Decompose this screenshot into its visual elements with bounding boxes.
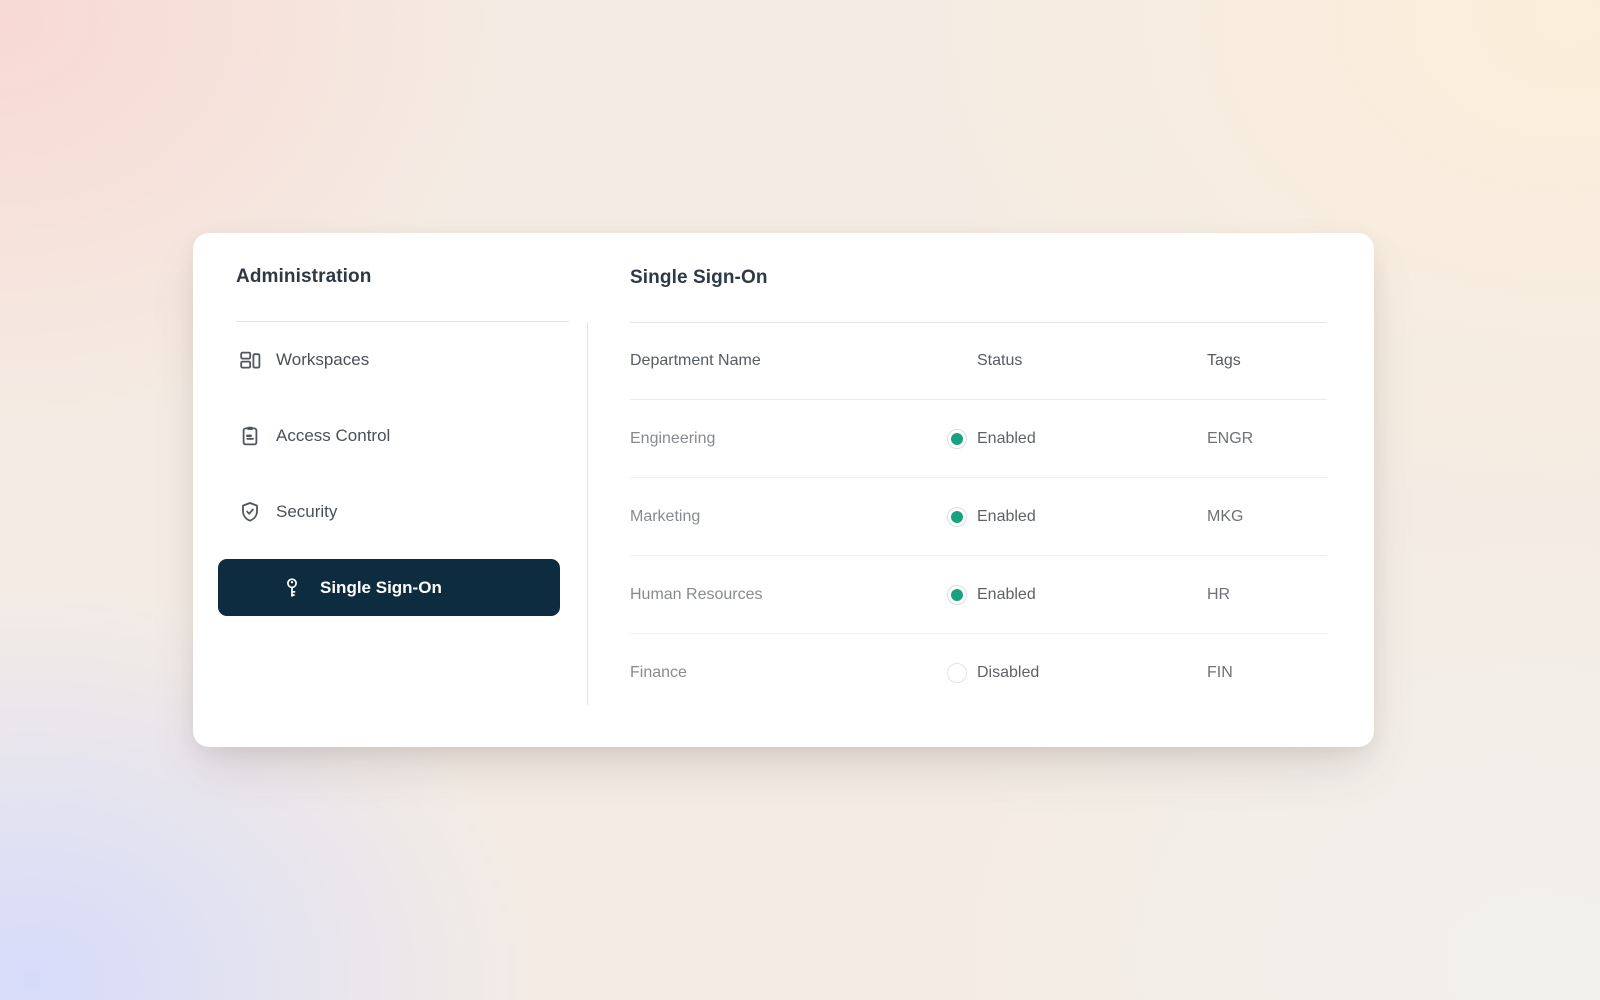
- table-header-row: Department Name Status Tags: [630, 323, 1327, 400]
- sidebar-item-single-sign-on[interactable]: Single Sign-On: [218, 559, 560, 616]
- shield-check-icon: [238, 500, 262, 524]
- column-header-tags: Tags: [1207, 352, 1327, 370]
- department-name: Human Resources: [630, 586, 947, 604]
- table-row: Human Resources Enabled HR: [630, 556, 1327, 634]
- status-label: Enabled: [977, 430, 1036, 448]
- key-icon: [280, 576, 304, 600]
- status-dot-fill: [951, 511, 963, 523]
- sidebar-item-access-control[interactable]: Access Control: [193, 412, 587, 460]
- table-row: Marketing Enabled MKG: [630, 478, 1327, 556]
- sidebar-title: Administration: [236, 266, 371, 288]
- workspaces-icon: [238, 348, 262, 372]
- table-row: Engineering Enabled ENGR: [630, 400, 1327, 478]
- column-header-status: Status: [947, 352, 1207, 370]
- status-dot-enabled[interactable]: [947, 429, 967, 449]
- main-panel: Single Sign-On Department Name Status Ta…: [588, 233, 1374, 747]
- sidebar-nav: Workspaces Access Control: [193, 322, 587, 640]
- tag-value: ENGR: [1207, 430, 1327, 448]
- tag-value: HR: [1207, 586, 1327, 604]
- sidebar-item-workspaces[interactable]: Workspaces: [193, 336, 587, 384]
- status-cell: Enabled: [947, 585, 1207, 605]
- sidebar-item-security[interactable]: Security: [193, 488, 587, 536]
- main-header: Single Sign-On: [630, 233, 1327, 323]
- column-header-department: Department Name: [630, 352, 947, 370]
- sidebar-header: Administration: [236, 233, 569, 322]
- sidebar-item-label: Security: [276, 502, 337, 522]
- status-dot-disabled[interactable]: [947, 663, 967, 683]
- clipboard-icon: [238, 424, 262, 448]
- sidebar-item-label: Access Control: [276, 426, 390, 446]
- status-cell: Enabled: [947, 429, 1207, 449]
- tag-value: FIN: [1207, 664, 1327, 682]
- status-dot-enabled[interactable]: [947, 507, 967, 527]
- department-name: Finance: [630, 664, 947, 682]
- status-dot-fill: [951, 433, 963, 445]
- tag-value: MKG: [1207, 508, 1327, 526]
- table-row: Finance Disabled FIN: [630, 634, 1327, 711]
- department-name: Marketing: [630, 508, 947, 526]
- page-title: Single Sign-On: [630, 267, 768, 289]
- status-dot-fill: [951, 589, 963, 601]
- status-label: Disabled: [977, 664, 1039, 682]
- admin-card: Administration Workspaces: [193, 233, 1374, 747]
- status-cell: Disabled: [947, 663, 1207, 683]
- status-cell: Enabled: [947, 507, 1207, 527]
- status-label: Enabled: [977, 508, 1036, 526]
- status-label: Enabled: [977, 586, 1036, 604]
- sidebar-item-label: Single Sign-On: [320, 578, 442, 598]
- department-name: Engineering: [630, 430, 947, 448]
- sso-table: Department Name Status Tags Engineering …: [630, 323, 1327, 711]
- sidebar: Administration Workspaces: [193, 233, 587, 747]
- sidebar-item-label: Workspaces: [276, 350, 369, 370]
- status-dot-enabled[interactable]: [947, 585, 967, 605]
